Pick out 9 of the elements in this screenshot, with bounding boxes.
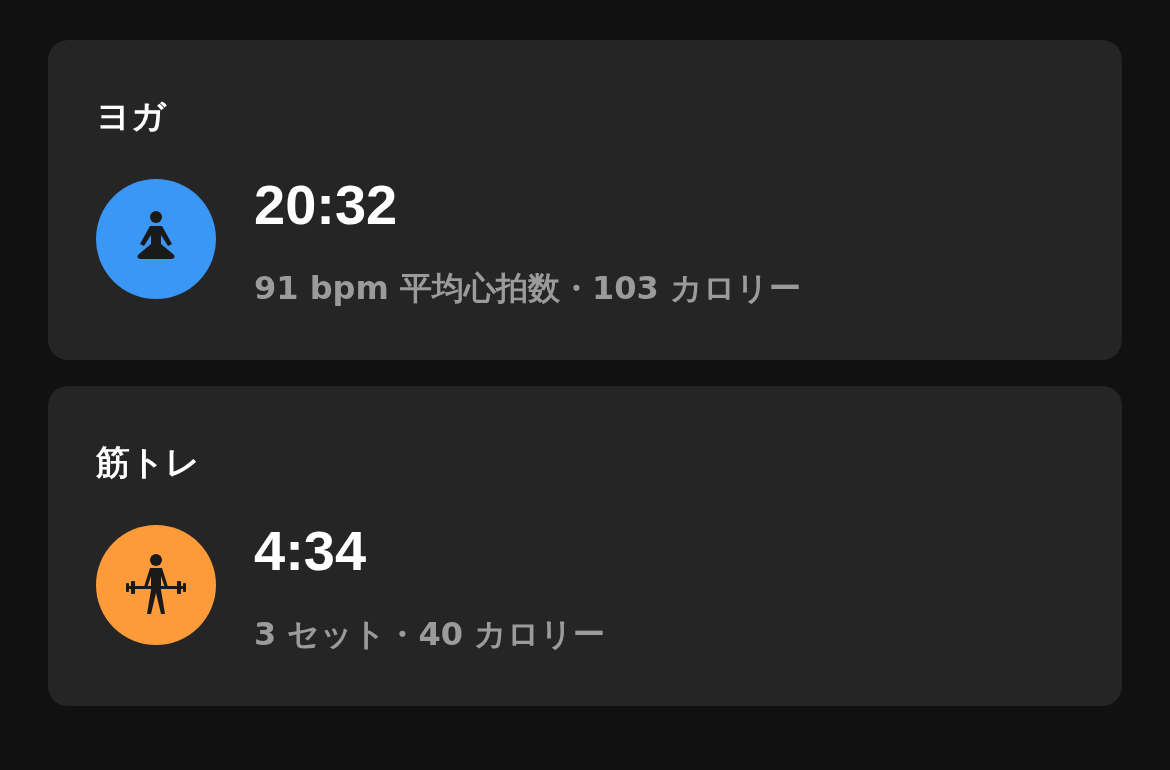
workout-duration: 4:34 bbox=[254, 519, 367, 583]
workout-card[interactable]: ヨガ 20:32 91 bpm 平均心拍数・103 カロリー bbox=[48, 40, 1122, 360]
workout-details: 3 セット・40 カロリー bbox=[254, 614, 606, 654]
workout-title: 筋トレ bbox=[96, 442, 200, 482]
workout-details: 91 bpm 平均心拍数・103 カロリー bbox=[254, 268, 801, 308]
workout-duration: 20:32 bbox=[254, 173, 398, 237]
weightlifter-icon bbox=[125, 553, 187, 617]
workout-title: ヨガ bbox=[96, 96, 166, 136]
workout-card[interactable]: 筋トレ 4:34 3 セット・40 カロリー bbox=[48, 386, 1122, 706]
